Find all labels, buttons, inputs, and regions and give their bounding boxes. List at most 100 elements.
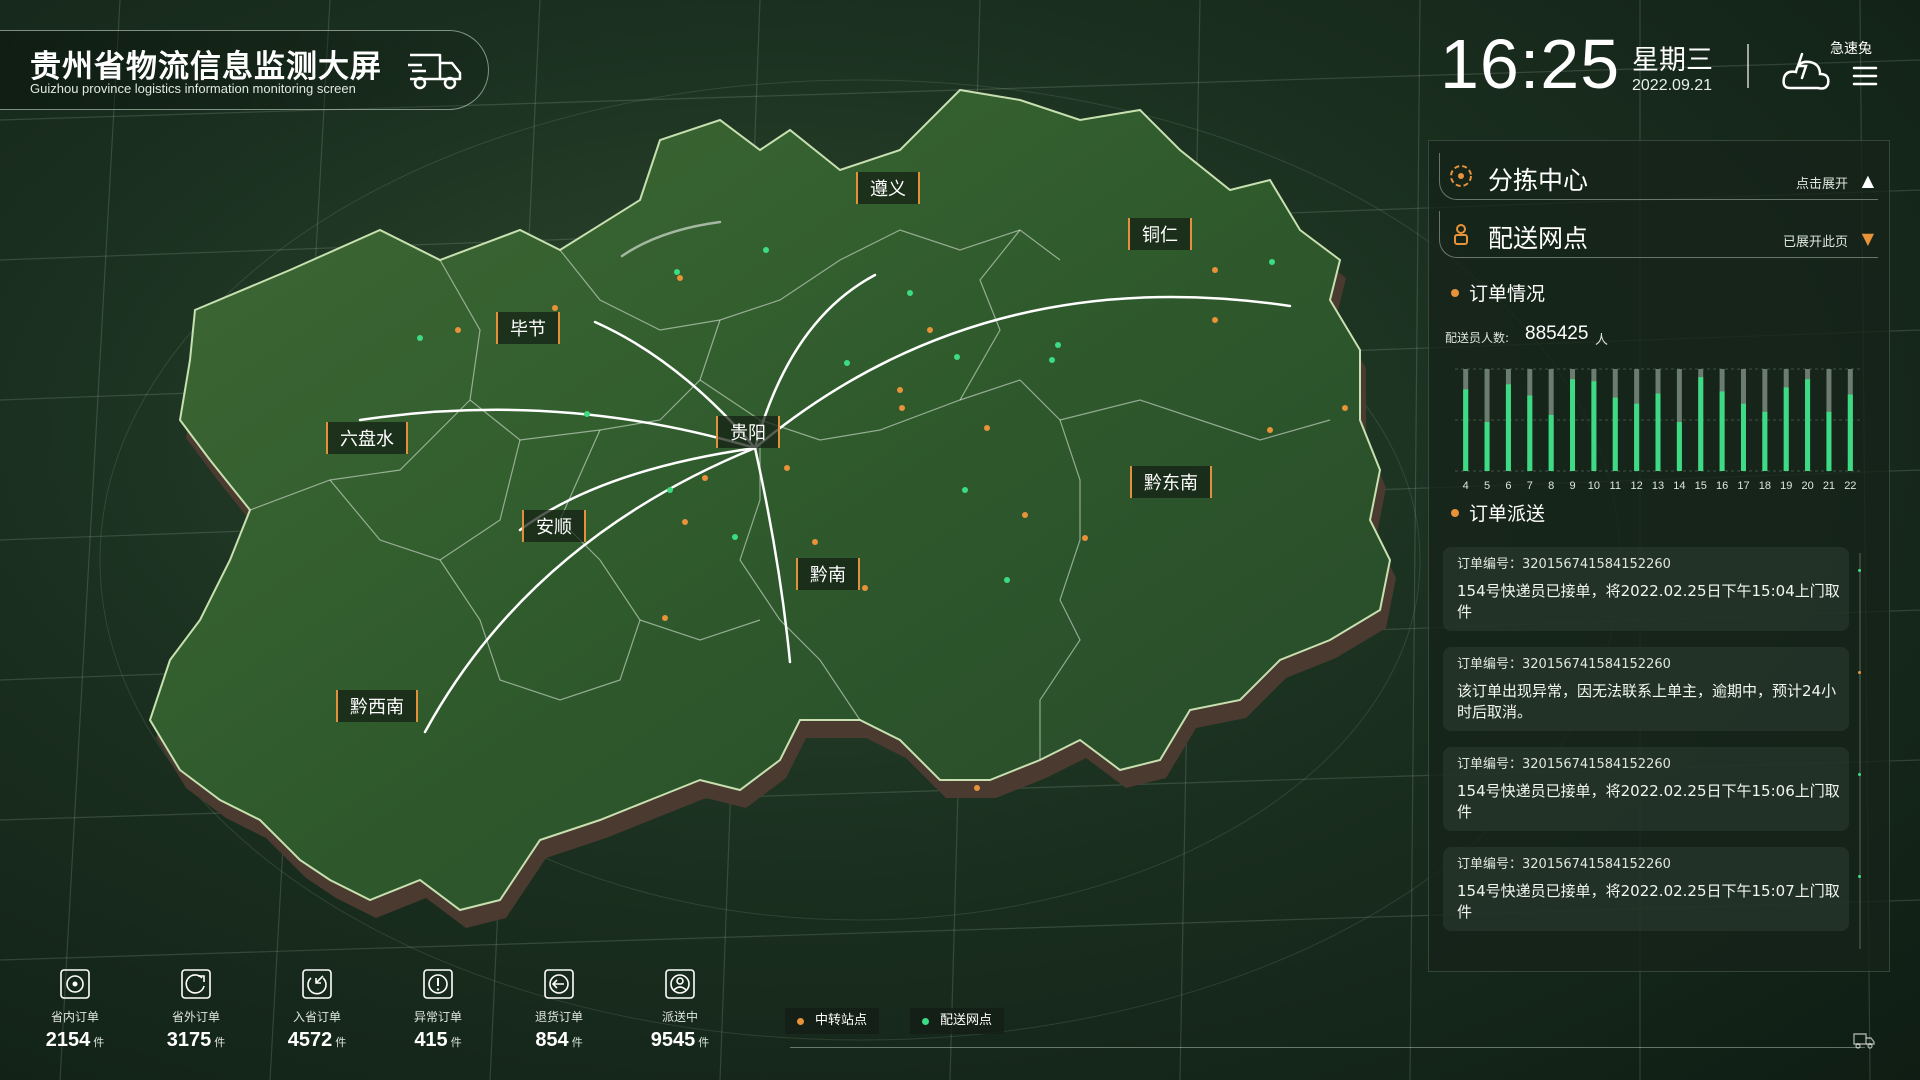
return-icon bbox=[544, 969, 574, 999]
stat-inbound-orders[interactable]: 入省订单 4572 件 bbox=[262, 968, 372, 1052]
title-box: 贵州省物流信息监测大屏 Guizhou province logistics i… bbox=[0, 30, 489, 110]
scroll-indicator bbox=[1858, 875, 1861, 878]
city-label-qiandongnan[interactable]: 黔东南 bbox=[1130, 466, 1212, 498]
chart-bar bbox=[1676, 422, 1682, 471]
chart-tick-label: 11 bbox=[1610, 480, 1621, 492]
order-message: 该订单出现异常，因无法联系上单主，逾期中，预计24小时后取消。 bbox=[1457, 682, 1837, 721]
transfer-point bbox=[1212, 317, 1218, 323]
section-title-delivery: 配送网点 bbox=[1488, 224, 1589, 253]
delivery-point bbox=[962, 487, 968, 493]
delivery-point bbox=[667, 487, 673, 493]
courier-count-unit: 人 bbox=[1595, 333, 1609, 348]
header-divider bbox=[1747, 44, 1749, 88]
transfer-point bbox=[812, 539, 818, 545]
clock-date: 2022.09.21 bbox=[1632, 77, 1713, 94]
chevron-down-icon[interactable]: ▼ bbox=[1862, 229, 1874, 248]
delivery-point bbox=[732, 534, 738, 540]
chart-tick-label: 18 bbox=[1759, 480, 1771, 492]
order-id: 订单编号：320156741584152260 bbox=[1457, 757, 1671, 772]
city-label-tongren[interactable]: 铜仁 bbox=[1128, 218, 1192, 250]
stat-value: 854 件 bbox=[535, 1029, 583, 1051]
chart-tick-label: 4 bbox=[1463, 480, 1469, 492]
stat-return-orders[interactable]: 退货订单 854 件 bbox=[504, 968, 614, 1052]
stat-domestic-orders[interactable]: 省内订单 2154 件 bbox=[20, 968, 130, 1052]
target-icon bbox=[1450, 165, 1472, 187]
chevron-up-icon[interactable]: ▲ bbox=[1862, 171, 1874, 190]
transfer-point bbox=[927, 327, 933, 333]
target-icon bbox=[60, 969, 90, 999]
legend-label: 中转站点 bbox=[815, 1013, 868, 1028]
chart-tick-label: 9 bbox=[1569, 480, 1575, 492]
transfer-point bbox=[1082, 535, 1088, 541]
stat-value: 2154 件 bbox=[45, 1029, 105, 1051]
city-label-guiyang[interactable]: 贵阳 bbox=[716, 416, 780, 448]
delivery-point bbox=[584, 411, 590, 417]
bullet-dot bbox=[1451, 289, 1459, 297]
stat-outbound-orders[interactable]: 省外订单 3175 件 bbox=[141, 968, 251, 1052]
dispatch-card[interactable]: 订单编号：320156741584152260 该订单出现异常，因无法联系上单主… bbox=[1443, 647, 1849, 731]
dispatch-card[interactable]: 订单编号：320156741584152260 154号快递员已接单，将2022… bbox=[1443, 547, 1849, 631]
dispatch-card[interactable]: 订单编号：320156741584152260 154号快递员已接单，将2022… bbox=[1443, 747, 1849, 831]
transfer-point bbox=[662, 615, 668, 621]
expanded-indicator[interactable]: 已展开此页 bbox=[1783, 231, 1848, 250]
stat-label: 退货订单 bbox=[534, 1010, 583, 1024]
city-label-bijie[interactable]: 毕节 bbox=[496, 312, 560, 344]
chart-bar bbox=[1719, 391, 1725, 471]
transfer-point bbox=[682, 519, 688, 525]
stat-label: 省内订单 bbox=[50, 1010, 99, 1024]
bullet-dot bbox=[1451, 509, 1459, 517]
section-delivery-points[interactable]: 配送网点 已展开此页 ▼ bbox=[1439, 211, 1878, 258]
legend-baseline bbox=[790, 1047, 1865, 1048]
transfer-point bbox=[552, 305, 558, 311]
transfer-point bbox=[897, 387, 903, 393]
chart-tick-label: 15 bbox=[1695, 480, 1707, 492]
city-label-anshun[interactable]: 安顺 bbox=[522, 510, 586, 542]
transfer-point bbox=[677, 275, 683, 281]
stat-value: 3175 件 bbox=[166, 1029, 226, 1051]
section-title-sorting: 分拣中心 bbox=[1488, 166, 1589, 195]
alert-icon bbox=[423, 969, 453, 999]
order-message: 154号快递员已接单，将2022.02.25日下午15:04上门取件 bbox=[1457, 582, 1840, 621]
transfer-point bbox=[899, 405, 905, 411]
transfer-point bbox=[455, 327, 461, 333]
dispatch-card[interactable]: 订单编号：320156741584152260 154号快递员已接单，将2022… bbox=[1443, 847, 1849, 931]
order-bar-chart: 4 5 6 7 8 9 10 11 12 13 14 15 16 17 18 19 20 21 22 bbox=[1455, 368, 1861, 492]
stat-label: 入省订单 bbox=[292, 1010, 341, 1024]
delivery-point bbox=[954, 354, 960, 360]
order-id: 订单编号：320156741584152260 bbox=[1457, 657, 1671, 672]
chart-tick-label: 16 bbox=[1716, 480, 1728, 492]
chart-bar bbox=[1570, 379, 1576, 471]
stat-value: 9545 件 bbox=[650, 1029, 710, 1051]
city-label-liupanshui[interactable]: 六盘水 bbox=[326, 422, 408, 454]
scroll-indicator bbox=[1858, 569, 1861, 572]
legend-transfer-station[interactable]: 中转站点 bbox=[785, 1008, 880, 1034]
delivery-point bbox=[1049, 357, 1055, 363]
legend-delivery-point[interactable]: 配送网点 bbox=[910, 1008, 1005, 1034]
transfer-point bbox=[862, 585, 868, 591]
menu-icon[interactable] bbox=[1850, 62, 1880, 90]
city-label-qianxinan[interactable]: 黔西南 bbox=[336, 690, 418, 722]
city-label-qiannan[interactable]: 黔南 bbox=[796, 558, 860, 590]
stat-delivering[interactable]: 派送中 9545 件 bbox=[625, 968, 735, 1052]
chart-bar bbox=[1740, 403, 1746, 471]
chart-bar bbox=[1805, 379, 1811, 471]
chart-tick-label: 10 bbox=[1588, 480, 1600, 492]
chart-tick-label: 7 bbox=[1527, 480, 1533, 492]
scrollbar[interactable] bbox=[1859, 553, 1861, 949]
stat-abnormal-orders[interactable]: 异常订单 415 件 bbox=[383, 968, 493, 1052]
courier-count-value: 885425 bbox=[1525, 323, 1589, 344]
section-sorting-center[interactable]: 分拣中心 点击展开 ▲ bbox=[1439, 153, 1878, 200]
transfer-point bbox=[974, 785, 980, 791]
info-panel: 分拣中心 点击展开 ▲ 配送网点 已展开此页 ▼ 订单情况 配送员人数: 885… bbox=[1428, 140, 1890, 972]
chart-tick-label: 22 bbox=[1844, 480, 1856, 492]
transfer-point bbox=[1267, 427, 1273, 433]
delivery-point bbox=[674, 269, 680, 275]
chart-bar bbox=[1484, 422, 1490, 471]
chart-tick-label: 17 bbox=[1737, 480, 1749, 492]
city-label-zunyi[interactable]: 遵义 bbox=[856, 172, 920, 204]
expand-button[interactable]: 点击展开 bbox=[1796, 173, 1848, 192]
legend-dot-green bbox=[922, 1018, 929, 1025]
chart-bar bbox=[1612, 397, 1618, 471]
legend-dot-orange bbox=[797, 1018, 804, 1025]
courier-icon bbox=[665, 969, 695, 999]
